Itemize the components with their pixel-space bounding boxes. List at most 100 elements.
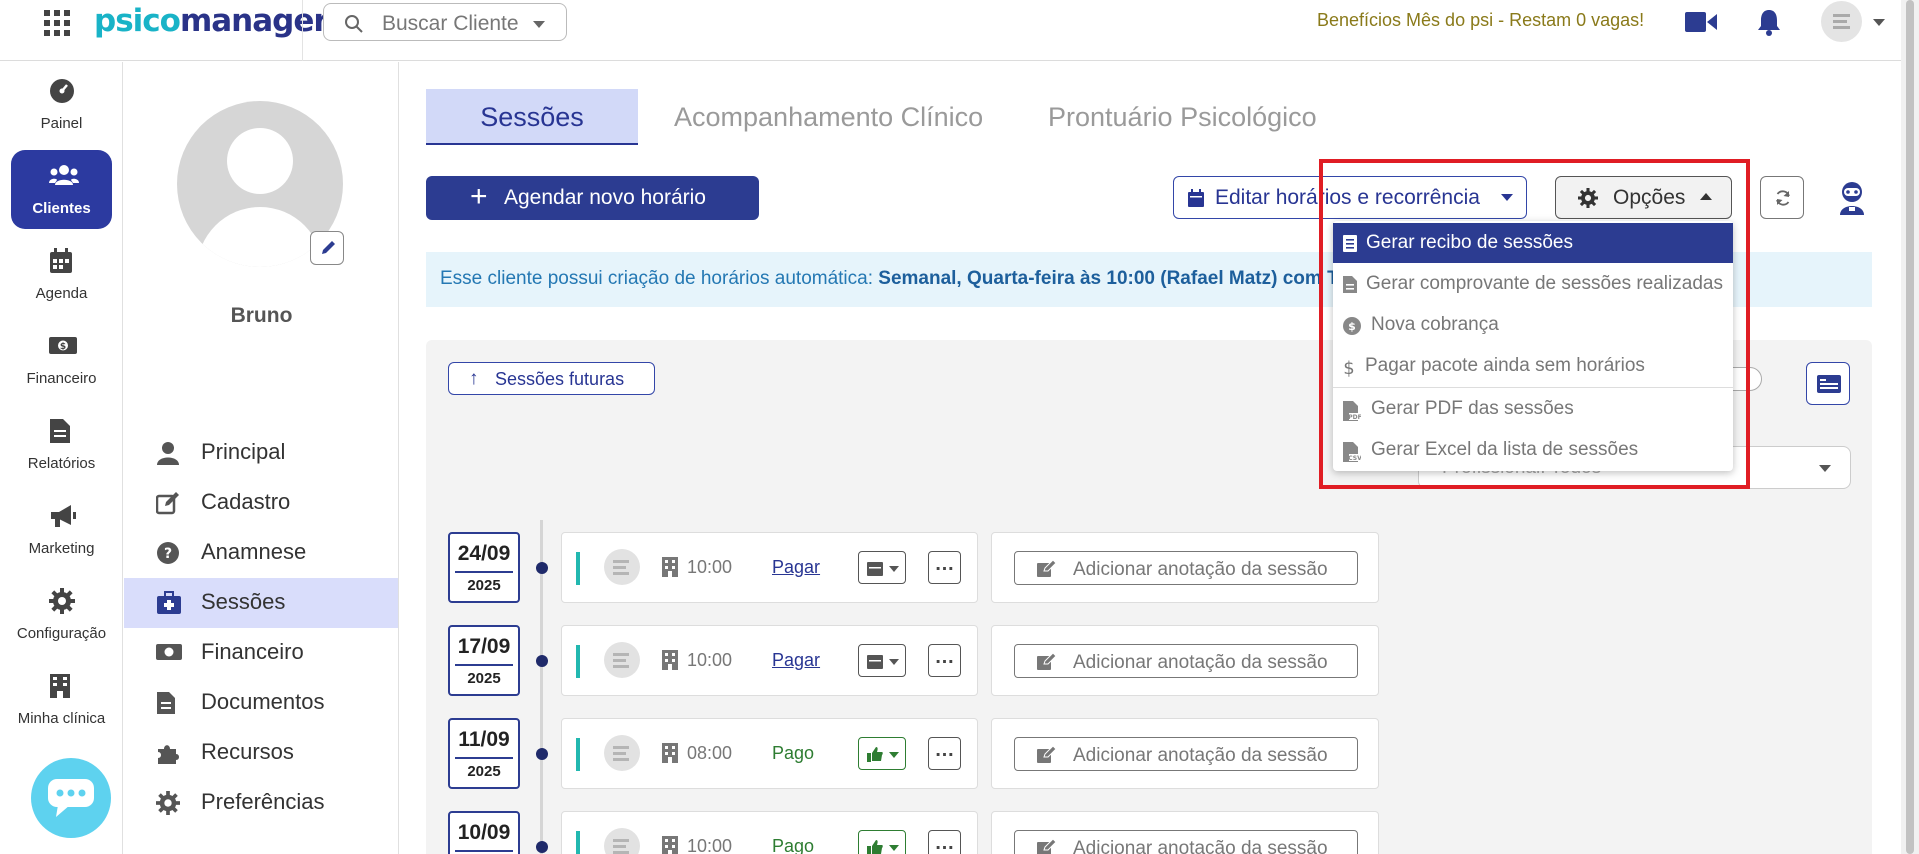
add-note-button[interactable]: Adicionar anotação da sessão	[1014, 737, 1358, 771]
paid-status-button[interactable]	[858, 830, 906, 854]
calendar-status-button[interactable]	[858, 551, 906, 584]
client-menu-label: Principal	[201, 439, 286, 464]
search-placeholder: Buscar Cliente	[382, 12, 519, 35]
calendar-icon	[867, 562, 883, 576]
pay-link[interactable]: Pagar	[772, 650, 820, 671]
status-bar	[576, 738, 580, 771]
client-menu-principal[interactable]: Principal	[124, 428, 398, 478]
tab-prontuario-psicologico[interactable]: Prontuário Psicológico	[1048, 89, 1317, 145]
more-options-button[interactable]: …	[928, 737, 961, 770]
arrow-up-icon: ↑	[469, 368, 479, 389]
building-icon	[662, 836, 678, 854]
session-date: 24/09 2025	[448, 532, 520, 603]
session-card[interactable]: 08:00 Pago …	[561, 718, 978, 789]
info-schedule-detail: Semanal, Quarta-feira às 10:00 (Rafael M…	[878, 268, 1339, 289]
session-note-card: Adicionar anotação da sessão	[991, 625, 1379, 696]
building-icon	[662, 650, 678, 670]
tab-acompanhamento-clinico[interactable]: Acompanhamento Clínico	[674, 89, 983, 145]
nav-item-relatorios[interactable]: Relatórios	[11, 405, 112, 484]
chevron-down-icon[interactable]	[1873, 19, 1885, 26]
session-row: 11/09 2025 08:00 Pago … Adicionar anotaçã…	[0, 718, 1919, 792]
id-card-button[interactable]	[1806, 362, 1850, 405]
more-options-button[interactable]: …	[928, 830, 961, 854]
pay-link[interactable]: Pagar	[772, 557, 820, 578]
add-note-button[interactable]: Adicionar anotação da sessão	[1014, 644, 1358, 678]
session-note-card: Adicionar anotação da sessão	[991, 718, 1379, 789]
professional-avatar	[604, 828, 640, 854]
svg-text:$: $	[60, 342, 66, 352]
session-date: 10/09	[448, 811, 520, 854]
timeline-dot	[536, 841, 548, 853]
edit-avatar-button[interactable]	[310, 231, 344, 265]
chevron-down-icon	[533, 21, 545, 28]
calendar-icon	[50, 248, 72, 273]
add-note-button[interactable]: Adicionar anotação da sessão	[1014, 830, 1358, 854]
add-note-label: Adicionar anotação da sessão	[1073, 838, 1328, 854]
session-date: 17/09 2025	[448, 625, 520, 696]
id-card-icon	[1817, 375, 1841, 393]
session-day: 11/09	[458, 728, 510, 751]
app-root: psicomanager Buscar Cliente Benefícios M…	[0, 0, 1919, 854]
topbar-divider	[302, 0, 303, 61]
app-logo[interactable]: psicomanager	[94, 3, 329, 39]
bell-icon[interactable]	[1756, 8, 1782, 36]
schedule-new-button[interactable]: + Agendar novo horário	[426, 176, 759, 220]
client-menu-cadastro[interactable]: Cadastro	[124, 478, 398, 528]
thumbs-up-icon	[867, 747, 883, 762]
nav-item-agenda[interactable]: Agenda	[11, 235, 112, 314]
professional-avatar	[604, 735, 640, 771]
info-text: Esse cliente possui criação de horários …	[440, 268, 879, 289]
session-note-card: Adicionar anotação da sessão	[991, 811, 1379, 854]
session-time: 10:00	[687, 557, 733, 577]
apps-grid-icon[interactable]	[44, 10, 70, 36]
highlight-box	[1319, 159, 1750, 489]
session-day: 17/09	[457, 635, 511, 658]
session-card[interactable]: 10:00 Pagar …	[561, 532, 978, 603]
more-options-button[interactable]: …	[928, 644, 961, 677]
session-note-card: Adicionar anotação da sessão	[991, 532, 1379, 603]
status-bar	[576, 645, 580, 678]
paid-status: Pago	[772, 743, 815, 763]
professional-avatar	[604, 642, 640, 678]
session-row: 10/09 10:00 Pago … Adicionar anotação da…	[0, 811, 1919, 854]
professional-avatar	[604, 549, 640, 585]
tab-sessoes[interactable]: Sessões	[426, 89, 638, 145]
pencil-icon	[322, 241, 335, 254]
client-search[interactable]: Buscar Cliente	[323, 3, 567, 41]
vertical-scrollbar[interactable]	[1901, 0, 1919, 854]
nav-item-clientes[interactable]: Clientes	[11, 150, 112, 229]
calendar-status-button[interactable]	[858, 644, 906, 677]
video-camera-icon[interactable]	[1685, 12, 1717, 32]
future-sessions-label: Sessões futuras	[495, 369, 625, 389]
nav-item-painel[interactable]: Painel	[11, 65, 112, 144]
thumbs-up-icon	[867, 840, 883, 854]
paid-status: Pago	[772, 836, 815, 854]
future-sessions-button[interactable]: ↑ Sessões futuras	[448, 362, 655, 395]
session-date: 11/09 2025	[448, 718, 520, 789]
nav-item-label: Painel	[40, 115, 83, 132]
session-card[interactable]: 10:00 Pago …	[561, 811, 978, 854]
session-row: 17/09 2025 10:00 Pagar … Adicionar anotaç…	[0, 625, 1919, 699]
promo-link[interactable]: Benefícios Mês do psi - Restam 0 vagas!	[1317, 10, 1644, 31]
calendar-icon	[867, 655, 883, 669]
session-year: 2025	[467, 763, 501, 780]
session-time: 10:00	[687, 650, 733, 670]
add-note-button[interactable]: Adicionar anotação da sessão	[1014, 551, 1358, 585]
nav-item-label: Relatórios	[27, 455, 96, 472]
user-avatar[interactable]	[1821, 1, 1862, 42]
schedule-new-label: Agendar novo horário	[504, 186, 706, 209]
client-menu-label: Cadastro	[201, 489, 291, 514]
money-icon: $	[49, 337, 77, 354]
paid-status-button[interactable]	[858, 737, 906, 770]
users-icon	[49, 165, 79, 185]
document-icon	[50, 419, 70, 443]
search-icon	[345, 15, 363, 33]
building-icon	[662, 743, 678, 763]
session-card[interactable]: 10:00 Pagar …	[561, 625, 978, 696]
robot-assistant-icon[interactable]	[1836, 181, 1868, 215]
nav-item-financeiro[interactable]: $ Financeiro	[11, 320, 112, 399]
more-options-button[interactable]: …	[928, 551, 961, 584]
logo-part-manager: manager	[179, 3, 329, 39]
refresh-button[interactable]	[1760, 176, 1804, 219]
logo-part-psico: psico	[94, 3, 181, 39]
